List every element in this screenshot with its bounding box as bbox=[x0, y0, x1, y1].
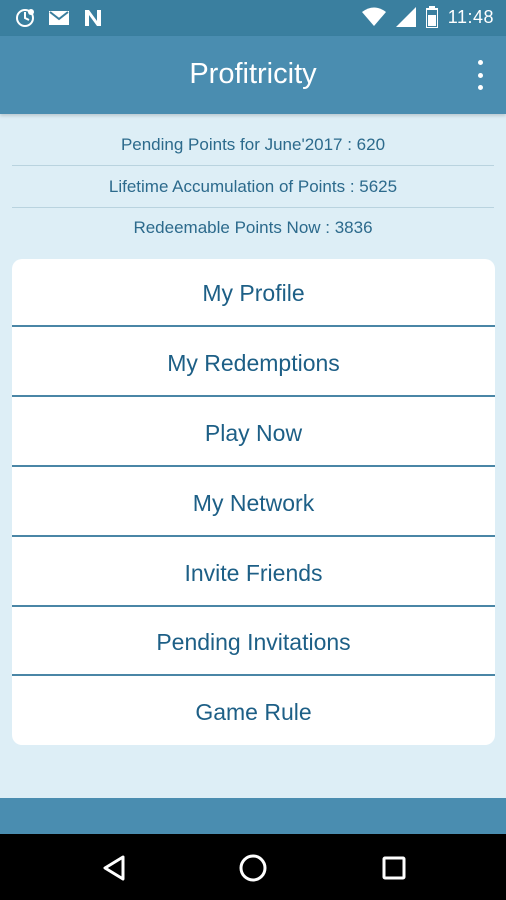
menu-item-game-rule[interactable]: Game Rule bbox=[12, 678, 495, 745]
back-triangle-icon[interactable] bbox=[97, 851, 131, 885]
recents-square-icon[interactable] bbox=[377, 851, 411, 885]
footer-bar bbox=[0, 798, 506, 834]
signal-icon bbox=[395, 7, 416, 27]
wifi-icon bbox=[361, 7, 386, 27]
main-menu: My Profile My Redemptions Play Now My Ne… bbox=[12, 259, 495, 745]
battery-icon bbox=[425, 6, 438, 28]
status-time: 11:48 bbox=[447, 6, 494, 27]
status-bar: 11:48 bbox=[0, 0, 506, 36]
menu-item-my-profile[interactable]: My Profile bbox=[12, 259, 495, 327]
menu-item-pending-invitations[interactable]: Pending Invitations bbox=[12, 608, 495, 676]
overflow-menu-icon[interactable] bbox=[470, 60, 490, 90]
menu-item-my-network[interactable]: My Network bbox=[12, 469, 495, 537]
menu-dot bbox=[477, 72, 483, 78]
gmail-icon bbox=[48, 9, 70, 27]
navigation-bar bbox=[0, 834, 506, 900]
points-summary: Pending Points for June'2017 : 620 Lifet… bbox=[0, 114, 506, 259]
menu-dot bbox=[477, 60, 483, 65]
redeemable-points-text: Redeemable Points Now : 3836 bbox=[133, 218, 373, 237]
home-circle-icon[interactable] bbox=[236, 851, 270, 885]
app-title: Profitricity bbox=[189, 58, 317, 90]
lifetime-points-text: Lifetime Accumulation of Points : 5625 bbox=[12, 166, 494, 208]
menu-item-my-redemptions[interactable]: My Redemptions bbox=[12, 329, 495, 397]
status-left-icons bbox=[14, 7, 104, 29]
menu-dot bbox=[477, 85, 483, 90]
pending-points-text: Pending Points for June'2017 : 620 bbox=[12, 124, 494, 166]
sync-notification-icon bbox=[14, 7, 36, 29]
app-bar: Profitricity bbox=[0, 36, 506, 114]
menu-item-play-now[interactable]: Play Now bbox=[12, 399, 495, 467]
menu-item-invite-friends[interactable]: Invite Friends bbox=[12, 539, 495, 607]
n-app-icon bbox=[82, 8, 104, 28]
status-right-icons: 11:48 bbox=[361, 6, 494, 28]
